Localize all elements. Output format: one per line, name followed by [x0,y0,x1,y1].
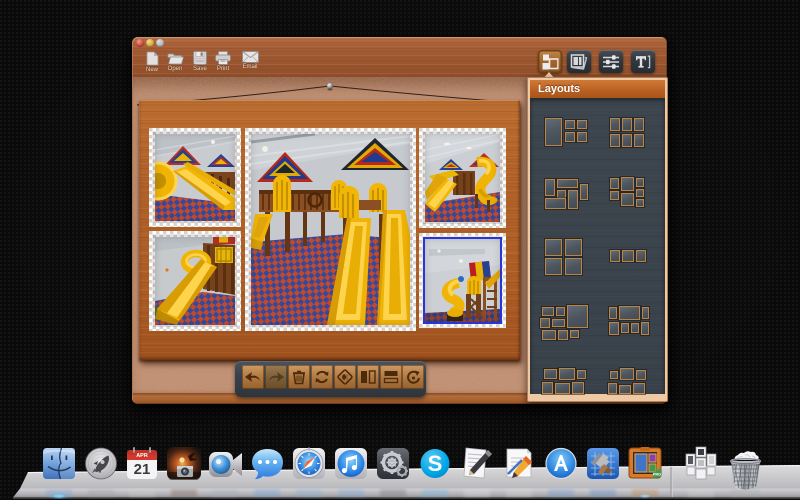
svg-text:APR: APR [136,453,148,459]
svg-text:PRO: PRO [653,473,661,477]
svg-text:21: 21 [134,461,151,478]
svg-text:S: S [428,451,443,476]
